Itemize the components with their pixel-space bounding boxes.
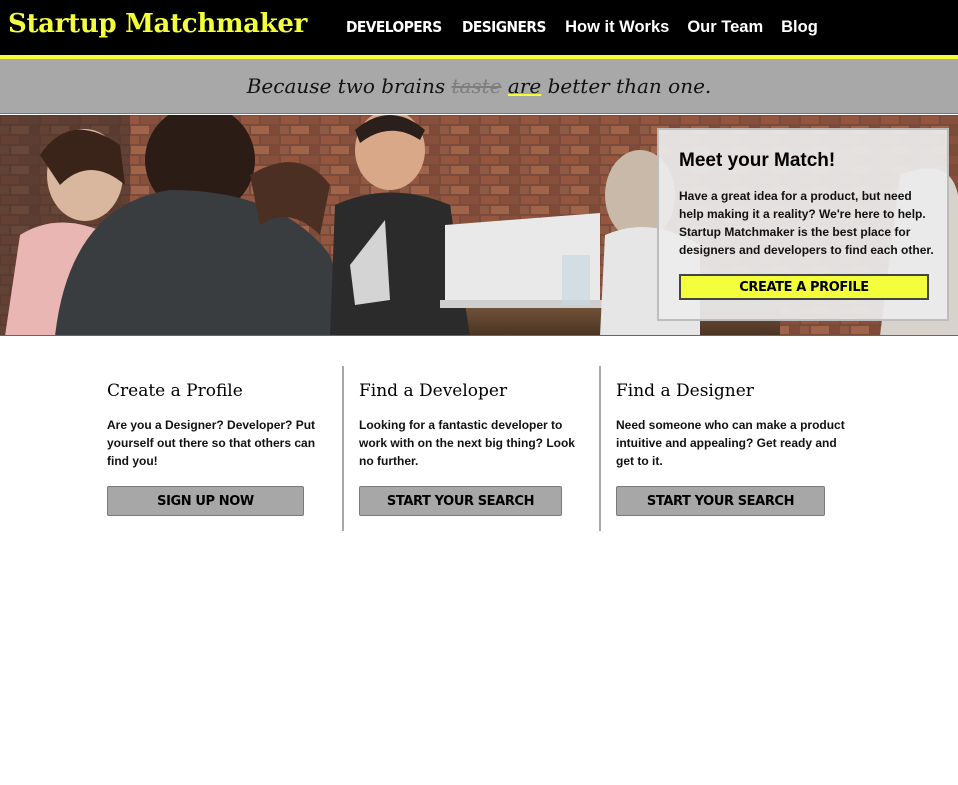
match-card-title: Meet your Match! — [679, 150, 836, 171]
nav-how-it-works[interactable]: How it Works — [565, 17, 669, 37]
match-card-text: Have a great idea for a product, but nee… — [679, 189, 934, 257]
sign-up-now-button[interactable]: SIGN UP NOW — [107, 486, 304, 516]
meet-your-match-card: Meet your Match! Have a great idea for a… — [657, 128, 949, 321]
start-search-developer-button[interactable]: START YOUR SEARCH — [359, 486, 562, 516]
column-text: Need someone who can make a product intu… — [616, 418, 845, 468]
nav-developers[interactable]: DEVELOPERS — [346, 17, 442, 37]
site-logo[interactable]: Startup Matchmaker — [8, 9, 307, 39]
column-text: Looking for a fantastic developer to wor… — [359, 418, 575, 468]
main-nav: DEVELOPERS DESIGNERS How it Works Our Te… — [346, 17, 818, 37]
tagline-struck-word: taste — [451, 74, 502, 98]
tagline: Because two brains taste are better than… — [0, 74, 958, 98]
tagline-before: Because two brains — [246, 74, 452, 98]
column-title: Create a Profile — [107, 381, 243, 401]
tagline-after: better than one. — [541, 74, 712, 98]
start-search-designer-button[interactable]: START YOUR SEARCH — [616, 486, 825, 516]
nav-blog[interactable]: Blog — [781, 17, 818, 37]
nav-our-team[interactable]: Our Team — [687, 17, 763, 37]
find-designer-column: Find a Designer Need someone who can mak… — [599, 366, 859, 531]
find-developer-column: Find a Developer Looking for a fantastic… — [342, 366, 599, 531]
tagline-bar: Because two brains taste are better than… — [0, 59, 958, 114]
create-profile-button[interactable]: CREATE A PROFILE — [679, 274, 929, 300]
site-header: Startup Matchmaker DEVELOPERS DESIGNERS … — [0, 0, 958, 55]
tagline-underlined-word: are — [507, 74, 542, 98]
column-title: Find a Designer — [616, 381, 754, 401]
column-title: Find a Developer — [359, 381, 508, 401]
column-text: Are you a Designer? Developer? Put yours… — [107, 418, 316, 468]
create-profile-column: Create a Profile Are you a Designer? Dev… — [107, 366, 342, 531]
hero-banner: Meet your Match! Have a great idea for a… — [0, 115, 958, 336]
nav-designers[interactable]: DESIGNERS — [462, 17, 546, 37]
